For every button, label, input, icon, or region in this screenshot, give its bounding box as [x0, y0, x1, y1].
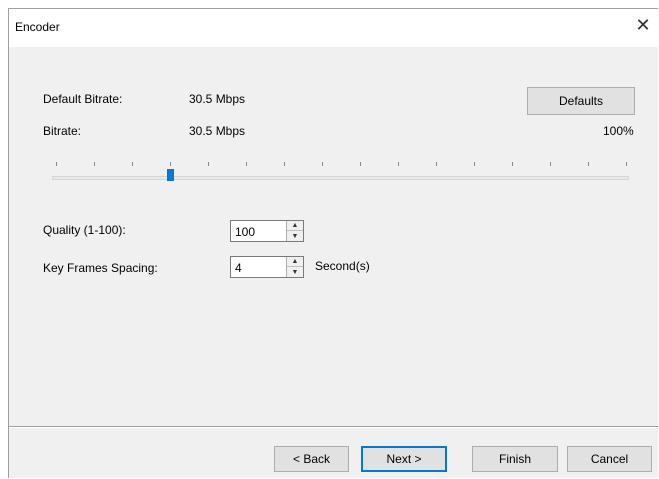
title-bar: Encoder ✕	[9, 9, 658, 47]
slider-tick	[550, 162, 551, 166]
quality-value[interactable]: 100	[235, 225, 255, 239]
encoder-dialog: Encoder ✕ Default Bitrate: 30.5 Mbps Def…	[8, 8, 658, 478]
slider-tick	[246, 162, 247, 166]
defaults-button[interactable]: Defaults	[527, 87, 635, 115]
slider-tick	[512, 162, 513, 166]
slider-tick	[398, 162, 399, 166]
bitrate-label: Bitrate:	[43, 124, 82, 138]
slider-tick	[626, 162, 627, 166]
footer-divider-highlight	[9, 427, 658, 428]
keyframes-label: Key Frames Spacing:	[43, 261, 158, 275]
slider-tick	[474, 162, 475, 166]
keyframes-spin-buttons: ▲ ▼	[286, 257, 303, 277]
finish-button[interactable]: Finish	[472, 446, 558, 472]
back-button[interactable]: < Back	[274, 446, 349, 472]
slider-tick	[132, 162, 133, 166]
next-button[interactable]: Next >	[361, 446, 447, 472]
slider-tick	[360, 162, 361, 166]
quality-label: Quality (1-100):	[43, 223, 126, 237]
caret-down-icon[interactable]: ▼	[287, 231, 303, 241]
slider-tick	[56, 162, 57, 166]
bitrate-value: 30.5 Mbps	[189, 124, 246, 138]
slider-tick	[170, 162, 171, 166]
keyframes-value[interactable]: 4	[235, 261, 242, 275]
slider-tick	[284, 162, 285, 166]
caret-down-icon[interactable]: ▼	[287, 267, 303, 277]
window-title: Encoder	[15, 20, 60, 34]
slider-ticks	[56, 162, 628, 168]
bitrate-slider-track[interactable]	[52, 176, 629, 180]
slider-tick	[208, 162, 209, 166]
close-icon[interactable]: ✕	[632, 14, 654, 36]
slider-tick	[588, 162, 589, 166]
slider-tick	[94, 162, 95, 166]
slider-tick	[436, 162, 437, 166]
quality-spinbox[interactable]: 100 ▲ ▼	[230, 220, 304, 242]
bitrate-slider-thumb[interactable]	[167, 169, 174, 181]
bitrate-percent: 100%	[603, 124, 634, 138]
quality-spin-buttons: ▲ ▼	[286, 221, 303, 241]
keyframes-unit: Second(s)	[315, 259, 370, 273]
keyframes-spinbox[interactable]: 4 ▲ ▼	[230, 256, 304, 278]
caret-up-icon[interactable]: ▲	[287, 257, 303, 267]
cancel-button[interactable]: Cancel	[567, 446, 652, 472]
default-bitrate-value: 30.5 Mbps	[189, 92, 246, 106]
default-bitrate-label: Default Bitrate:	[43, 92, 123, 106]
caret-up-icon[interactable]: ▲	[287, 221, 303, 231]
slider-tick	[322, 162, 323, 166]
